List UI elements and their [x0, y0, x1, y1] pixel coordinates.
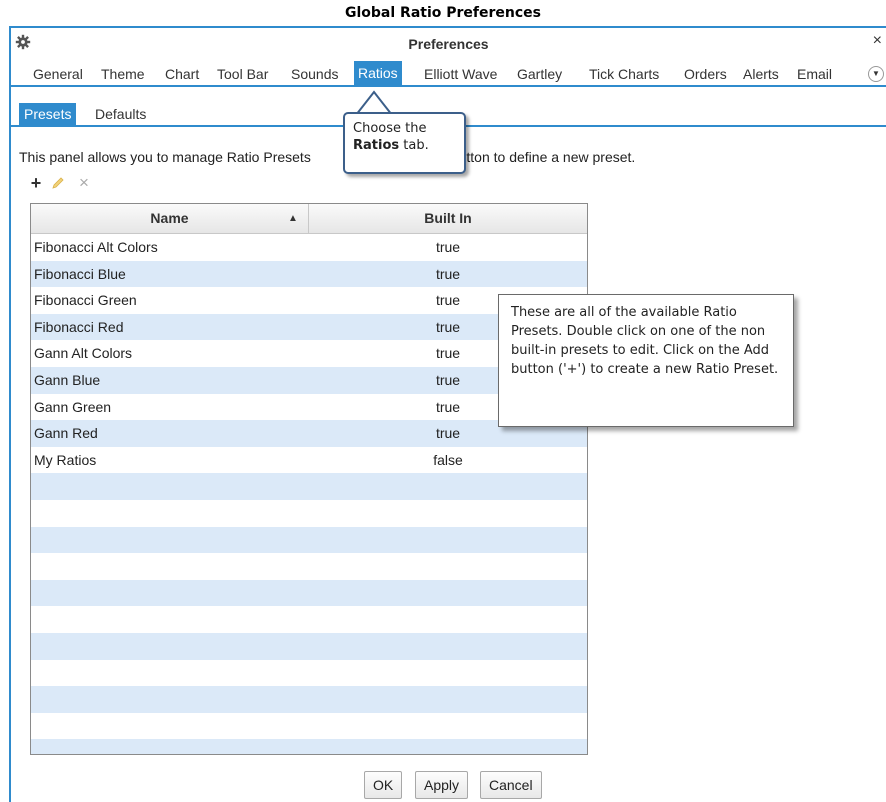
close-icon[interactable]: × — [873, 33, 882, 49]
tab-tick-charts[interactable]: Tick Charts — [585, 63, 663, 85]
page-caption: Global Ratio Preferences — [345, 5, 541, 21]
cell-name: Gann Blue — [34, 371, 101, 388]
callout-bold: Ratios — [353, 138, 400, 153]
cell-name: Gann Alt Colors — [34, 345, 133, 362]
table-row[interactable]: My Ratios false — [31, 447, 587, 474]
delete-icon[interactable]: × — [75, 174, 93, 192]
column-header-built-in[interactable]: Built In — [309, 204, 587, 233]
empty-row — [31, 553, 587, 580]
empty-row — [31, 500, 587, 527]
empty-row — [31, 713, 587, 740]
cell-built-in: true — [435, 239, 461, 255]
tab-general[interactable]: General — [29, 63, 87, 85]
tab-email[interactable]: Email — [793, 63, 836, 85]
tab-ratios[interactable]: Ratios — [354, 61, 402, 85]
window-title: Preferences — [408, 36, 489, 52]
cell-name: Fibonacci Red — [34, 318, 124, 335]
add-icon[interactable]: + — [27, 174, 45, 192]
callout-line-2: Ratios tab. — [353, 137, 456, 154]
tab-theme[interactable]: Theme — [97, 63, 149, 85]
empty-row — [31, 686, 587, 713]
panel-description: This panel allows you to manage Ratio Pr… — [19, 149, 635, 165]
empty-row — [31, 660, 587, 687]
cancel-button[interactable]: Cancel — [480, 771, 542, 799]
empty-row — [31, 632, 587, 660]
empty-row — [31, 473, 587, 500]
tab-gartley[interactable]: Gartley — [513, 63, 566, 85]
cell-name: My Ratios — [34, 451, 97, 468]
cell-name: Fibonacci Blue — [34, 265, 126, 282]
tab-elliott-wave[interactable]: Elliott Wave — [420, 63, 501, 85]
cell-built-in: true — [435, 265, 461, 282]
cell-name: Gann Red — [34, 425, 98, 442]
subtab-defaults[interactable]: Defaults — [90, 103, 151, 125]
presets-table: Name ▲ Built In Fibonacci Alt Colors true… — [30, 203, 588, 755]
empty-row — [31, 526, 587, 554]
cell-name: Gann Green — [34, 398, 112, 415]
callout-choose-tab: Choose the Ratios tab. — [343, 112, 466, 174]
main-tab-bar: General Theme Chart Tool Bar Sounds Rati… — [11, 61, 886, 87]
description-text-end: button to define a new preset. — [450, 149, 636, 165]
apply-button[interactable]: Apply — [415, 771, 469, 799]
dialog-buttons: OK Apply Cancel — [11, 771, 886, 799]
cell-name: Fibonacci Alt Colors — [34, 239, 158, 255]
pencil-icon[interactable] — [51, 176, 65, 190]
cell-built-in: false — [433, 451, 463, 468]
column-header-name[interactable]: Name — [31, 204, 309, 233]
callout-presets-note: These are all of the available Ratio Pre… — [498, 294, 794, 427]
tab-sounds[interactable]: Sounds — [287, 63, 342, 85]
tab-tool-bar[interactable]: Tool Bar — [213, 63, 272, 85]
callout-rest: tab. — [399, 138, 429, 153]
table-row[interactable]: Fibonacci Blue true — [31, 260, 587, 288]
tab-alerts[interactable]: Alerts — [739, 63, 783, 85]
ok-button[interactable]: OK — [364, 771, 402, 799]
tab-chart[interactable]: Chart — [161, 63, 203, 85]
subtab-presets[interactable]: Presets — [19, 103, 77, 125]
sort-ascending-icon: ▲ — [288, 213, 298, 224]
empty-row — [31, 739, 587, 754]
tab-orders[interactable]: Orders — [680, 63, 731, 85]
table-row[interactable]: Fibonacci Alt Colors true — [31, 234, 587, 261]
empty-row — [31, 606, 587, 633]
description-text-start: This panel allows you to manage Ratio Pr… — [19, 149, 311, 165]
callout-line-1: Choose the — [353, 121, 427, 136]
title-bar: Preferences × — [11, 28, 886, 58]
cell-name: Fibonacci Green — [34, 292, 137, 309]
chevron-down-icon[interactable]: ▼ — [868, 66, 884, 82]
table-header: Name ▲ Built In — [31, 204, 587, 234]
empty-row — [31, 579, 587, 607]
